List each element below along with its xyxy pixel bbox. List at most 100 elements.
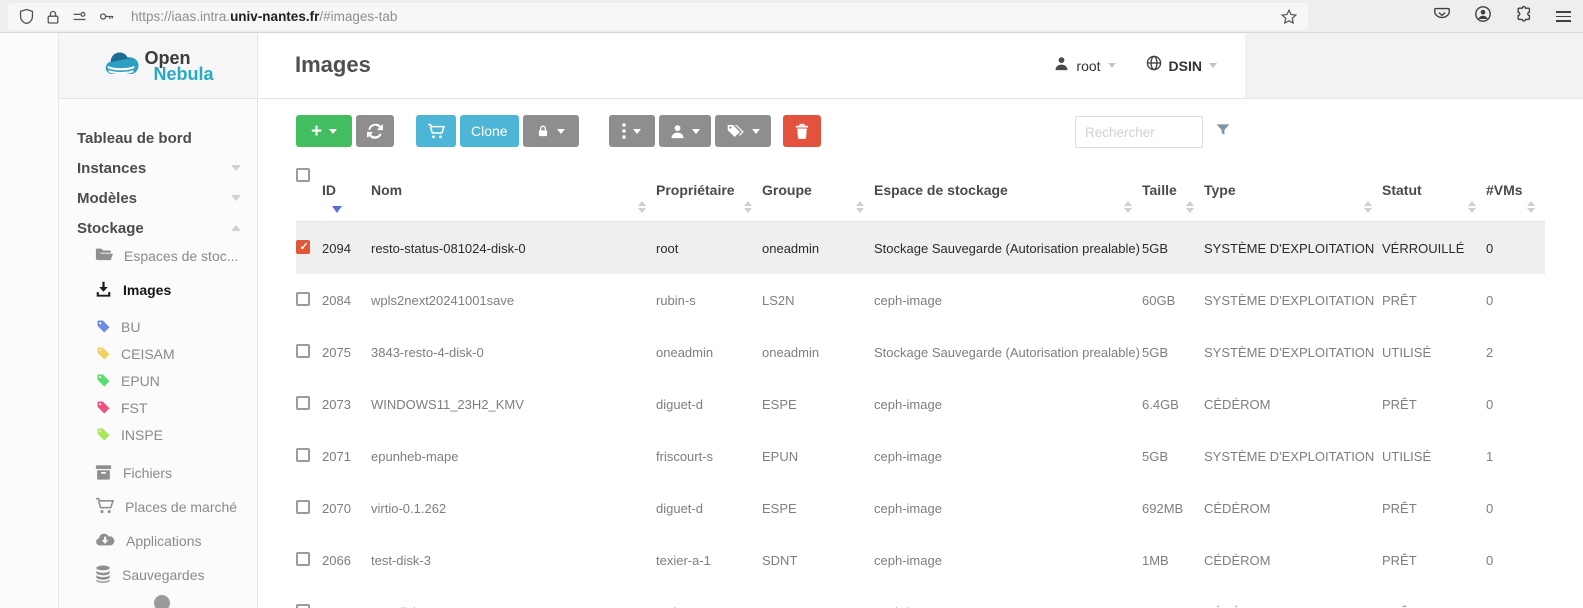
sort-icon[interactable]: [744, 201, 752, 213]
filter-funnel-icon[interactable]: [1215, 122, 1231, 143]
sidebar-item-marketplaces[interactable]: Places de marché: [59, 490, 257, 524]
sidebar-item-tag-fst[interactable]: FST: [59, 394, 257, 421]
url-text[interactable]: https://iaas.intra.univ-nantes.fr/#image…: [131, 9, 397, 24]
cell-id: 2073: [322, 396, 351, 412]
lock-dropdown-button[interactable]: [522, 115, 579, 147]
bookmark-star-icon[interactable]: [1280, 8, 1298, 26]
column-header-datastore[interactable]: Espace de stockage: [874, 160, 1142, 221]
column-header-name[interactable]: Nom: [371, 160, 656, 221]
sidebar-item-tag-ceisam[interactable]: CEISAM: [59, 340, 257, 367]
column-header-id[interactable]: ID: [322, 160, 371, 221]
clone-button[interactable]: Clone: [460, 115, 519, 147]
lock-icon[interactable]: [45, 9, 61, 25]
cell-vms: 0: [1486, 292, 1494, 308]
user-menu[interactable]: root: [1054, 56, 1116, 76]
ownership-dropdown-button[interactable]: [658, 115, 711, 147]
pocket-icon[interactable]: [1433, 5, 1451, 28]
sort-icon[interactable]: [1527, 201, 1535, 213]
sidebar-item-backups[interactable]: Sauvegardes: [59, 558, 257, 592]
account-icon[interactable]: [1474, 5, 1492, 28]
sidebar-item-datastores[interactable]: Espaces de stoc...: [59, 243, 257, 269]
row-checkbox[interactable]: [296, 395, 310, 410]
sidebar-item-label: Places de marché: [125, 499, 238, 515]
circle-icon: [154, 595, 170, 608]
select-all-checkbox[interactable]: [296, 168, 310, 182]
row-checkbox[interactable]: [296, 603, 310, 608]
cell-group: ESPE: [762, 396, 797, 412]
sidebar-item-images[interactable]: Images: [59, 277, 257, 303]
sidebar-item-instances[interactable]: Instances: [59, 153, 257, 183]
shield-icon[interactable]: [18, 8, 35, 25]
sidebar-item-tag-inspe[interactable]: INSPE: [59, 421, 257, 448]
column-label: Statut: [1382, 182, 1422, 198]
create-image-button[interactable]: +: [296, 115, 352, 147]
table-row[interactable]: 2070 virtio-0.1.262 diguet-d ESPE ceph-i…: [296, 482, 1545, 534]
tag-label: CEISAM: [121, 345, 175, 362]
extensions-puzzle-icon[interactable]: [1515, 5, 1533, 28]
cell-status: VÉRROUILLÉ: [1382, 240, 1465, 256]
column-header-owner[interactable]: Propriétaire: [656, 160, 762, 221]
chevron-down-icon: [1107, 63, 1116, 68]
sort-icon[interactable]: [1124, 201, 1132, 213]
cell-name: resto-status-081024-disk-0: [371, 240, 526, 256]
row-checkbox[interactable]: [296, 447, 310, 462]
sort-icon[interactable]: [856, 201, 864, 213]
sidebar-item-dashboard[interactable]: Tableau de bord: [59, 123, 257, 153]
more-actions-dropdown-button[interactable]: [608, 115, 655, 147]
chevron-up-icon: [231, 225, 241, 231]
column-header-size[interactable]: Taille: [1142, 160, 1204, 221]
table-row[interactable]: 2094 resto-status-081024-disk-0 root one…: [296, 222, 1545, 274]
main-content: Images root DSIN + Clone Rechercher ID N…: [259, 33, 1583, 608]
row-checkbox[interactable]: [296, 291, 310, 306]
column-label: Groupe: [762, 182, 812, 198]
sidebar-item-tag-bu[interactable]: BU: [59, 313, 257, 340]
labels-dropdown-button[interactable]: [714, 115, 771, 147]
permissions-icon[interactable]: [71, 8, 88, 25]
row-checkbox[interactable]: [296, 343, 310, 358]
zone-menu[interactable]: DSIN: [1146, 55, 1217, 76]
row-checkbox[interactable]: [296, 239, 310, 254]
sort-icon[interactable]: [638, 201, 646, 213]
download-icon: [95, 280, 112, 300]
tag-icon: [97, 347, 110, 360]
marketplace-cart-button[interactable]: [416, 115, 456, 147]
sort-icon[interactable]: [1364, 201, 1372, 213]
cell-name: test-disk-3: [371, 552, 431, 568]
search-input[interactable]: [1075, 116, 1203, 148]
sidebar-item-tag-epun[interactable]: EPUN: [59, 367, 257, 394]
url-bar[interactable]: https://iaas.intra.univ-nantes.fr/#image…: [8, 3, 1308, 30]
opennebula-logo[interactable]: Open Nebula: [59, 33, 257, 99]
delete-button[interactable]: [782, 115, 821, 147]
table-header: ID Nom Propriétaire Groupe Espace de sto…: [296, 160, 1545, 222]
sort-icon[interactable]: [1468, 201, 1476, 213]
sidebar-item-files[interactable]: Fichiers: [59, 456, 257, 490]
sidebar-item-apps[interactable]: Applications: [59, 524, 257, 558]
table-row[interactable]: 2084 wpls2next20241001save rubin-s LS2N …: [296, 274, 1545, 326]
cell-vms: 1: [1486, 448, 1494, 464]
refresh-button[interactable]: [356, 115, 394, 147]
column-header-group[interactable]: Groupe: [762, 160, 874, 221]
zone-name: DSIN: [1168, 57, 1202, 74]
sort-icon[interactable]: [1186, 201, 1194, 213]
chevron-down-icon: [633, 128, 642, 134]
lock-icon: [539, 125, 548, 136]
column-header-type[interactable]: Type: [1204, 160, 1382, 221]
sidebar-item-templates[interactable]: Modèles: [59, 183, 257, 213]
chevron-down-icon: [329, 128, 338, 134]
sidebar-item-storage[interactable]: Stockage: [59, 213, 257, 243]
column-header-vms[interactable]: #VMs: [1486, 160, 1545, 221]
table-row[interactable]: 2065 test-disk-2 texier-a-1 SDNT ceph-im…: [296, 586, 1545, 608]
key-icon[interactable]: [98, 8, 115, 25]
table-row[interactable]: 2075 3843-resto-4-disk-0 oneadmin oneadm…: [296, 326, 1545, 378]
tag-icon: [97, 320, 110, 333]
table-row[interactable]: 2066 test-disk-3 texier-a-1 SDNT ceph-im…: [296, 534, 1545, 586]
cell-group: oneadmin: [762, 344, 820, 360]
cell-name: epunheb-mape: [371, 448, 459, 464]
table-row[interactable]: 2073 WINDOWS11_23H2_KMV diguet-d ESPE ce…: [296, 378, 1545, 430]
cloud-download-icon: [95, 532, 115, 550]
row-checkbox[interactable]: [296, 551, 310, 566]
menu-hamburger-icon[interactable]: [1556, 9, 1571, 25]
column-header-status[interactable]: Statut: [1382, 160, 1486, 221]
row-checkbox[interactable]: [296, 499, 310, 514]
table-row[interactable]: 2071 epunheb-mape friscourt-s EPUN ceph-…: [296, 430, 1545, 482]
